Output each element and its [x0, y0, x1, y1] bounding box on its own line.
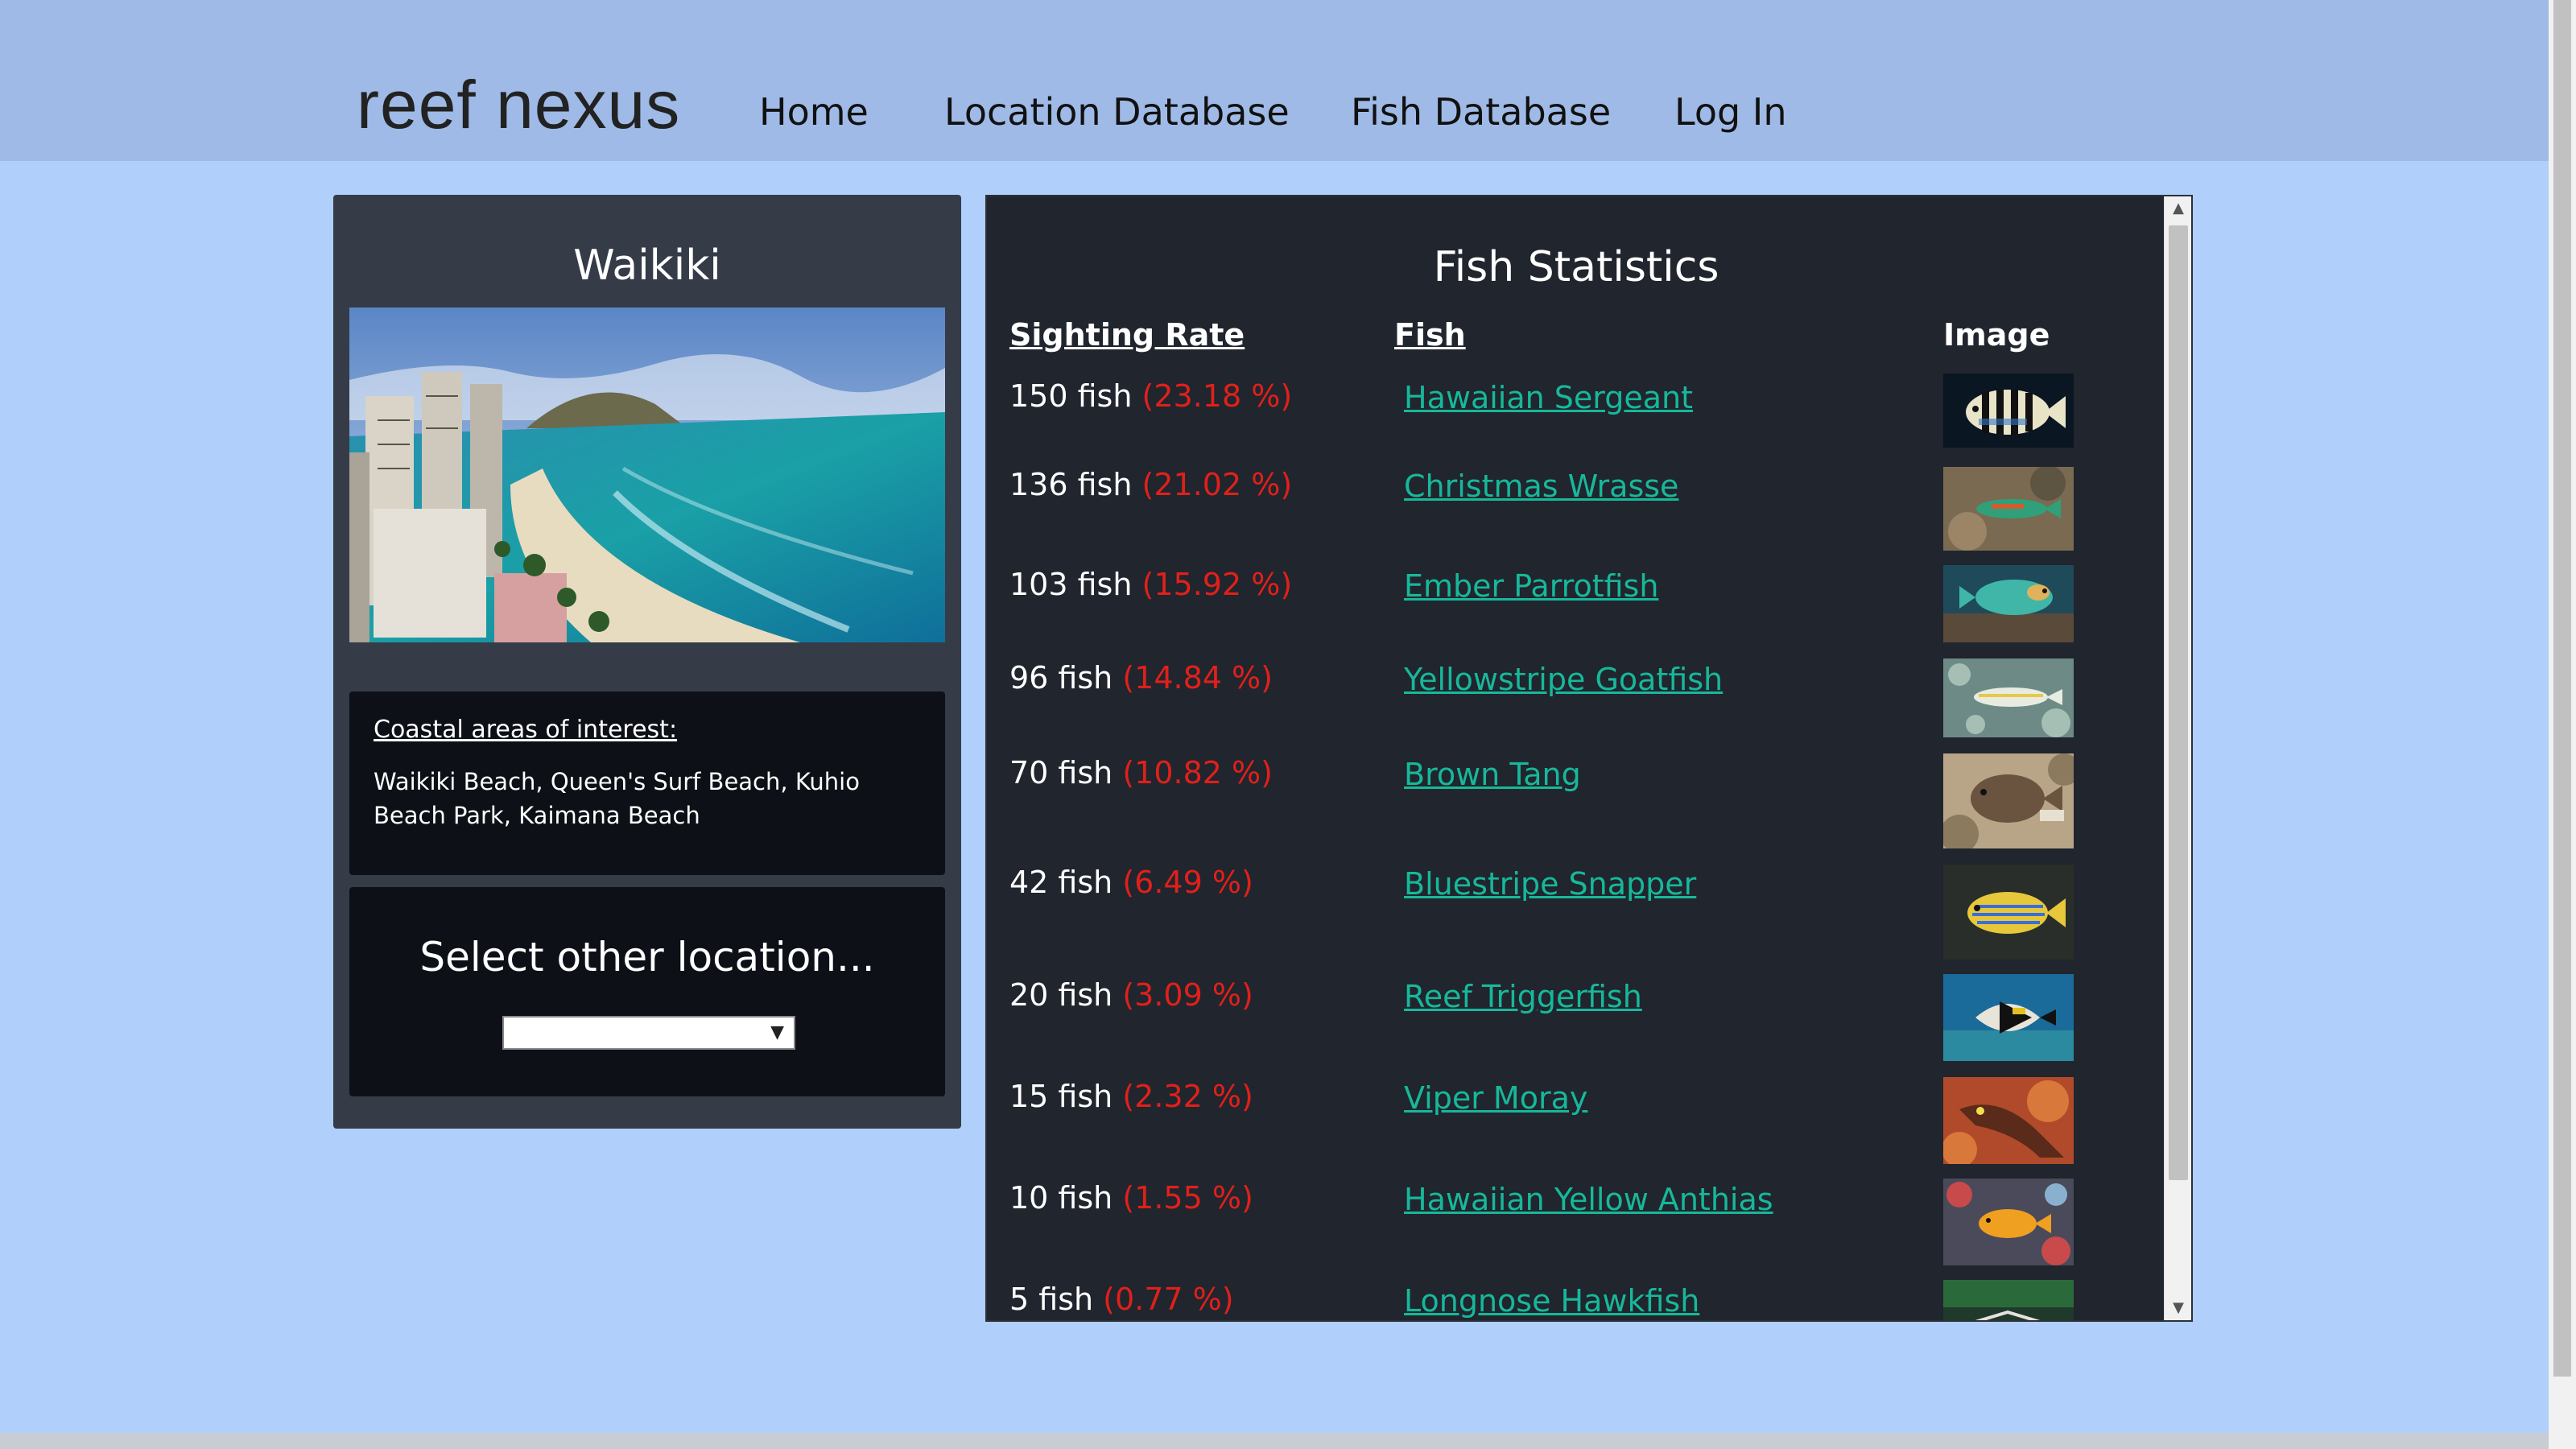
fish-link-viper-moray[interactable]: Viper Moray	[1404, 1080, 1587, 1116]
coastal-areas-box: Coastal areas of interest: Waikiki Beach…	[349, 691, 945, 875]
panel-scrollbar-thumb[interactable]	[2169, 225, 2188, 1180]
sighting-rate-cell: 103 fish (15.92 %)	[1009, 567, 1293, 602]
fish-link-bluestripe-snapper[interactable]: Bluestripe Snapper	[1404, 866, 1696, 902]
sighting-rate-cell: 42 fish (6.49 %)	[1009, 865, 1253, 900]
bottom-strip	[0, 1433, 2549, 1449]
sighting-rate-cell: 15 fish (2.32 %)	[1009, 1079, 1253, 1114]
panel-scrollbar[interactable]: ▲ ▼	[2164, 196, 2191, 1320]
fish-link-reef-triggerfish[interactable]: Reef Triggerfish	[1404, 979, 1642, 1014]
site-logo[interactable]: reef nexus	[357, 66, 680, 144]
window-scrollbar-thumb[interactable]	[2553, 0, 2571, 1377]
fish-link-longnose-hawkfish[interactable]: Longnose Hawkfish	[1404, 1283, 1699, 1319]
top-navbar: reef nexus Home Location Database Fish D…	[0, 0, 2549, 161]
nav-home-link[interactable]: Home	[759, 90, 869, 134]
sighting-rate-cell: 136 fish (21.02 %)	[1009, 467, 1293, 502]
nav-location-database-link[interactable]: Location Database	[944, 90, 1290, 134]
window-scrollbar[interactable]	[2549, 0, 2576, 1449]
fish-thumbnail[interactable]	[1943, 565, 2074, 642]
fish-thumbnail[interactable]	[1943, 467, 2074, 551]
chevron-down-icon: ▼	[770, 1022, 784, 1042]
fish-statistics-title: Fish Statistics	[1433, 243, 1719, 291]
fish-thumbnail[interactable]	[1943, 974, 2074, 1061]
fish-statistics-panel: Fish Statistics Sighting Rate Fish Image…	[985, 195, 2193, 1322]
nav-login-link[interactable]: Log In	[1674, 90, 1787, 134]
fish-link-christmas-wrasse[interactable]: Christmas Wrasse	[1404, 469, 1678, 504]
fish-link-hawaiian-yellow-anthias[interactable]: Hawaiian Yellow Anthias	[1404, 1182, 1773, 1217]
fish-thumbnail[interactable]	[1943, 1077, 2074, 1164]
sighting-rate-cell: 10 fish (1.55 %)	[1009, 1180, 1253, 1216]
fish-thumbnail[interactable]	[1943, 1179, 2074, 1265]
select-location-box: Select other location... ▼	[349, 887, 945, 1096]
sighting-rate-cell: 70 fish (10.82 %)	[1009, 755, 1273, 791]
location-select[interactable]: ▼	[502, 1016, 795, 1050]
nav-fish-database-link[interactable]: Fish Database	[1351, 90, 1611, 134]
location-panel: Waikiki Coastal areas of interest: Waiki…	[333, 195, 961, 1129]
fish-link-yellowstripe-goatfish[interactable]: Yellowstripe Goatfish	[1404, 662, 1723, 697]
select-location-heading: Select other location...	[419, 934, 875, 980]
coastal-areas-heading: Coastal areas of interest:	[374, 716, 678, 744]
fish-thumbnail[interactable]	[1943, 1280, 2074, 1320]
coastal-areas-text: Waikiki Beach, Queen's Surf Beach, Kuhio…	[374, 768, 860, 829]
scroll-down-icon[interactable]: ▼	[2165, 1296, 2191, 1320]
scroll-up-icon[interactable]: ▲	[2165, 196, 2191, 221]
fish-thumbnail[interactable]	[1943, 865, 2074, 960]
fish-thumbnail[interactable]	[1943, 658, 2074, 737]
fish-link-brown-tang[interactable]: Brown Tang	[1404, 757, 1581, 792]
sighting-rate-cell: 5 fish (0.77 %)	[1009, 1282, 1234, 1317]
fish-link-hawaiian-sergeant[interactable]: Hawaiian Sergeant	[1404, 380, 1693, 415]
location-title: Waikiki	[573, 242, 721, 290]
sighting-rate-cell: 20 fish (3.09 %)	[1009, 977, 1253, 1013]
fish-thumbnail[interactable]	[1943, 374, 2074, 448]
sighting-rate-header[interactable]: Sighting Rate	[1009, 317, 1245, 353]
sighting-rate-cell: 96 fish (14.84 %)	[1009, 660, 1273, 696]
fish-thumbnail[interactable]	[1943, 753, 2074, 848]
fish-header[interactable]: Fish	[1394, 317, 1466, 353]
sighting-rate-cell: 150 fish (23.18 %)	[1009, 378, 1293, 414]
image-header: Image	[1943, 317, 2050, 353]
location-photo	[349, 308, 945, 642]
fish-link-ember-parrotfish[interactable]: Ember Parrotfish	[1404, 568, 1658, 604]
